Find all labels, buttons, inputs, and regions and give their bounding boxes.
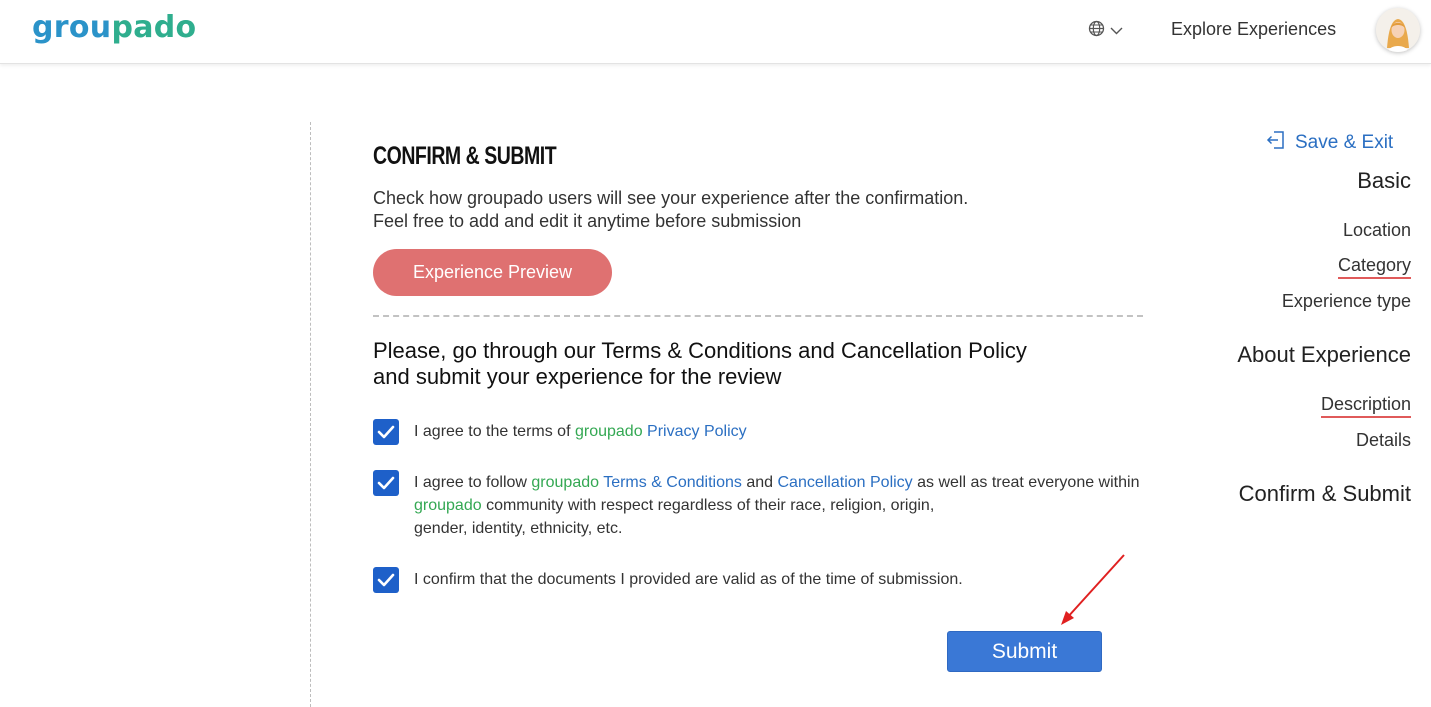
sidebar-item-category[interactable]: Category	[1337, 255, 1411, 279]
user-avatar[interactable]	[1376, 8, 1420, 52]
terms-conditions-agreement: I agree to follow groupado Terms & Condi…	[373, 470, 1139, 540]
page-description: Check how groupado users will see your e…	[373, 187, 968, 233]
privacy-policy-checkbox[interactable]	[373, 419, 399, 445]
terms-mid: and	[741, 474, 778, 491]
exit-icon	[1266, 130, 1286, 156]
brand-name: groupado	[574, 423, 643, 440]
logo-part-1: grou	[32, 10, 112, 45]
submit-button[interactable]: Submit	[947, 631, 1102, 672]
sidebar-section-basic[interactable]: Basic	[1357, 168, 1411, 194]
terms-heading: Please, go through our Terms & Condition…	[373, 338, 1027, 390]
privacy-policy-text: I agree to the terms of groupado Privacy…	[414, 420, 747, 445]
checkmark-icon	[377, 425, 395, 439]
save-and-exit-button[interactable]: Save & Exit	[1266, 130, 1393, 156]
explore-experiences-link[interactable]: Explore Experiences	[1171, 19, 1336, 40]
checkmark-icon	[377, 476, 395, 490]
documents-confirmation-text: I confirm that the documents I provided …	[414, 571, 963, 588]
sidebar-section-about-experience[interactable]: About Experience	[1237, 342, 1411, 368]
terms-line-2: community with respect regardless of the…	[481, 497, 935, 514]
sidebar-divider	[310, 122, 311, 707]
section-divider	[373, 315, 1143, 317]
description-line-1: Check how groupado users will see your e…	[373, 188, 969, 208]
terms-heading-line-1: Please, go through our Terms & Condition…	[373, 338, 1027, 363]
annotation-arrow-icon	[1061, 554, 1125, 625]
chevron-down-icon	[1110, 22, 1123, 40]
globe-icon	[1088, 20, 1105, 42]
description-line-2: Feel free to add and edit it anytime bef…	[373, 211, 802, 231]
privacy-prefix: I agree to the terms of	[414, 423, 575, 440]
checkmark-icon	[377, 573, 395, 587]
terms-prefix: I agree to follow	[414, 474, 532, 491]
language-selector[interactable]	[1088, 20, 1128, 42]
save-and-exit-label: Save & Exit	[1295, 132, 1394, 153]
sidebar-item-description[interactable]: Description	[1320, 394, 1411, 418]
sidebar-section-confirm-submit[interactable]: Confirm & Submit	[1239, 481, 1411, 507]
page-title: CONFIRM & SUBMIT	[373, 142, 557, 170]
sidebar-item-experience-type[interactable]: Experience type	[1282, 291, 1411, 312]
privacy-policy-link[interactable]: Privacy Policy	[647, 423, 747, 440]
terms-suffix: as well as treat everyone within	[912, 474, 1140, 491]
terms-conditions-text: I agree to follow groupado Terms & Condi…	[414, 471, 1139, 540]
terms-line-3: gender, identity, ethnicity, etc.	[414, 520, 623, 537]
sidebar-item-location[interactable]: Location	[1343, 220, 1411, 241]
sidebar-item-details[interactable]: Details	[1356, 430, 1411, 451]
documents-confirmation: I confirm that the documents I provided …	[373, 567, 963, 593]
logo-part-2: pado	[111, 10, 197, 45]
brand-name: groupado	[414, 497, 482, 514]
brand-name: groupado	[531, 474, 600, 491]
privacy-policy-agreement: I agree to the terms of groupado Privacy…	[373, 419, 747, 445]
terms-conditions-checkbox[interactable]	[373, 470, 399, 496]
top-header: groupado Explore Experiences	[0, 0, 1431, 64]
experience-preview-button[interactable]: Experience Preview	[373, 249, 612, 296]
terms-heading-line-2: and submit your experience for the revie…	[373, 364, 782, 389]
documents-confirmation-checkbox[interactable]	[373, 567, 399, 593]
groupado-logo[interactable]: groupado	[32, 10, 196, 45]
terms-conditions-link[interactable]: Terms & Conditions	[603, 474, 742, 491]
cancellation-policy-link[interactable]: Cancellation Policy	[778, 474, 913, 491]
